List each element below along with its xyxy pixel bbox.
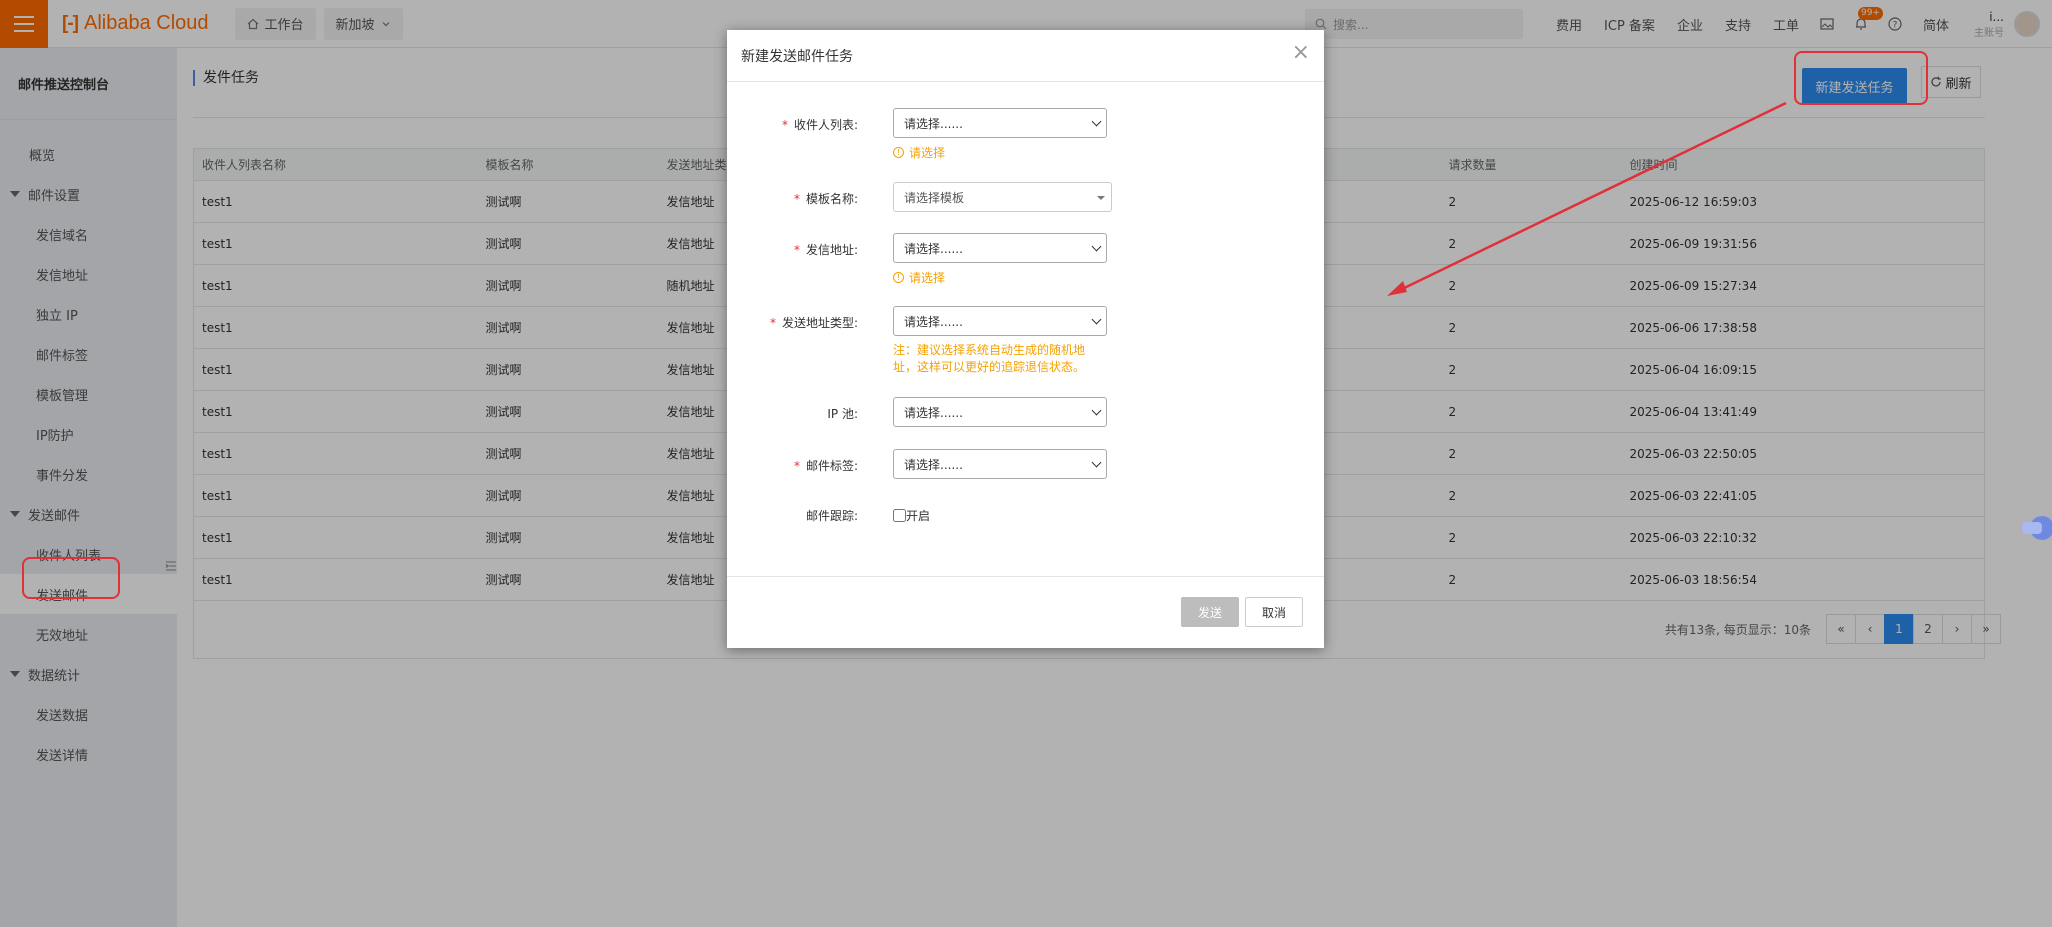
- dialog-header: 新建发送邮件任务 ×: [727, 30, 1324, 82]
- label-text: 邮件标签:: [805, 459, 858, 473]
- tracking-label: 邮件跟踪:: [805, 509, 858, 523]
- label-text: 收件人列表:: [793, 118, 858, 132]
- sender-warning: ! 请选择: [893, 269, 945, 286]
- recipient-label: * 收件人列表:: [782, 116, 858, 133]
- annotation-highlight-sidebar: [22, 557, 120, 599]
- chevron-down-icon: [1091, 314, 1102, 325]
- template-label: * 模板名称:: [794, 190, 858, 207]
- recipient-warning: ! 请选择: [893, 144, 945, 161]
- chevron-down-icon: [1091, 241, 1102, 252]
- label-text: 发送地址类型:: [781, 316, 858, 330]
- dialog-title: 新建发送邮件任务: [741, 48, 853, 65]
- select-value: 请选择......: [904, 457, 963, 472]
- select-value: 请选择......: [904, 241, 963, 256]
- send-button[interactable]: 发送: [1181, 597, 1239, 627]
- required-mark: *: [793, 459, 800, 473]
- warning-text: 请选择: [909, 146, 946, 160]
- warning-icon: !: [893, 272, 904, 283]
- required-mark: *: [769, 316, 776, 330]
- sender-select[interactable]: 请选择......: [893, 233, 1107, 263]
- close-icon[interactable]: ×: [1292, 42, 1310, 64]
- select-value: 请选择......: [904, 405, 963, 420]
- cancel-button[interactable]: 取消: [1245, 597, 1303, 627]
- sender-label: * 发信地址:: [794, 241, 858, 258]
- warning-icon: !: [893, 147, 904, 158]
- template-select[interactable]: 请选择模板: [893, 182, 1112, 212]
- annotation-highlight-new-task: [1794, 51, 1928, 105]
- dialog-footer: 发送 取消: [727, 576, 1324, 648]
- warning-text: 请选择: [909, 271, 946, 285]
- tracking-checkbox[interactable]: 开启: [893, 507, 930, 524]
- tracking-option-label: 开启: [906, 509, 931, 523]
- tracking-checkbox-input[interactable]: [893, 509, 906, 522]
- address-type-select[interactable]: 请选择......: [893, 306, 1107, 336]
- chevron-down-icon: [1091, 405, 1102, 416]
- select-value: 请选择......: [904, 116, 963, 131]
- chevron-down-icon: [1091, 457, 1102, 468]
- required-mark: *: [793, 243, 800, 257]
- required-mark: *: [793, 192, 800, 206]
- select-value: 请选择模板: [904, 190, 965, 205]
- ip-pool-select[interactable]: 请选择......: [893, 397, 1107, 427]
- address-type-label: * 发送地址类型:: [770, 314, 858, 331]
- ip-pool-label: IP 池:: [827, 407, 858, 421]
- new-task-dialog: 新建发送邮件任务 × * 收件人列表: 请选择...... ! 请选择 * 模板名称:…: [727, 30, 1324, 648]
- caret-down-icon: [1097, 196, 1105, 200]
- label-text: 模板名称:: [805, 192, 858, 206]
- select-value: 请选择......: [904, 314, 963, 329]
- address-type-note: 注：建议选择系统自动生成的随机地址，这样可以更好的追踪退信状态。: [893, 343, 1086, 374]
- required-mark: *: [781, 118, 788, 132]
- recipient-select[interactable]: 请选择......: [893, 108, 1107, 138]
- label-text: 发信地址:: [805, 243, 858, 257]
- mail-tag-select[interactable]: 请选择......: [893, 449, 1107, 479]
- mail-tag-label: * 邮件标签:: [794, 457, 858, 474]
- chevron-down-icon: [1091, 116, 1102, 127]
- floating-side-tab[interactable]: [2020, 512, 2052, 544]
